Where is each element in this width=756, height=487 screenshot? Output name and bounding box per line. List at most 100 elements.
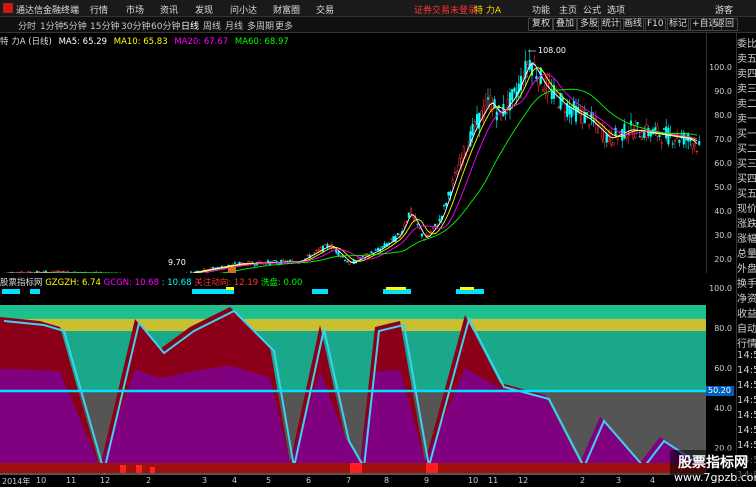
ma5-line [3, 62, 698, 273]
guest-user[interactable]: 游客 [715, 3, 733, 16]
candle-body [658, 135, 661, 138]
period-more[interactable]: 更多 [275, 19, 293, 32]
candle-body [319, 247, 322, 251]
candle-body [588, 124, 591, 127]
candle-body [484, 100, 487, 112]
quote-panel-item: 涨幅 [737, 234, 756, 245]
quote-panel-item: 14:50 [737, 380, 756, 391]
menu-zhuye[interactable]: 主页 [559, 3, 577, 16]
menu-shichang[interactable]: 市场 [126, 3, 144, 16]
quote-panel-item: 买五 [737, 189, 756, 200]
menu-hangqing[interactable]: 行情 [90, 3, 108, 16]
date-tick: 10 [36, 476, 47, 485]
date-tick: 2 [580, 476, 586, 485]
candle-body [361, 256, 364, 258]
candle-body [381, 246, 384, 248]
period-1min[interactable]: 1分钟 [40, 19, 64, 32]
menu-wenxiaoda[interactable]: 问小达 [230, 3, 257, 16]
menu-gongshi[interactable]: 公式 [583, 3, 601, 16]
price-tick: 60.0 [714, 159, 732, 168]
candle-body [504, 111, 507, 114]
menu-zixun[interactable]: 资讯 [160, 3, 178, 16]
period-multi[interactable]: 多周期 [247, 19, 274, 32]
quote-panel: 委比 卖五 卖四 卖三 卖二 卖一 买一 买二 买三 买四 买五 现价 涨跌 涨幅 总量 外盘 换手 净资 收益 自动… [736, 33, 756, 487]
menu-caifuquan[interactable]: 财富圈 [273, 3, 300, 16]
candle-body [660, 142, 663, 144]
kline-candles [2, 49, 701, 273]
candle-body [403, 223, 406, 227]
quote-panel-item: 14:50 [737, 365, 756, 376]
high-annotation: 108.00 [538, 46, 566, 55]
candle-body [625, 136, 628, 140]
candle-body [357, 257, 360, 261]
candle-body [346, 261, 349, 263]
app-logo-icon [3, 3, 13, 13]
candle-body [44, 270, 47, 272]
candle-body [486, 97, 490, 100]
date-tick: 8 [384, 476, 390, 485]
candle-body [563, 111, 567, 114]
candle-body [429, 230, 432, 233]
menu-jiaoyi[interactable]: 交易 [316, 3, 334, 16]
price-tick: 20.0 [714, 255, 732, 264]
overlay-button[interactable]: 叠加 [552, 18, 579, 31]
candle-body [568, 106, 571, 115]
period-60min[interactable]: 60分钟 [151, 19, 180, 32]
candle-body [654, 127, 657, 131]
candle-body [434, 223, 437, 227]
candle-body [407, 212, 410, 218]
back-button[interactable]: 返回 [712, 18, 739, 31]
quote-panel-item: 总量 [737, 249, 756, 260]
candle-body [370, 251, 373, 254]
date-tick: 2 [146, 476, 152, 485]
indicator-chart[interactable] [0, 287, 706, 475]
candle-body [324, 244, 327, 246]
candle-body [427, 234, 430, 237]
candle-body [273, 260, 276, 262]
candle-body [451, 179, 454, 185]
candle-body [698, 141, 701, 145]
quote-panel-item: 14:50 [737, 395, 756, 406]
candle-body [475, 114, 479, 126]
f10-button[interactable]: F10 [643, 18, 668, 31]
candle-body [665, 126, 668, 139]
quote-panel-item: 卖一 [737, 114, 756, 125]
menu-faxian[interactable]: 发现 [195, 3, 213, 16]
zone-upper [0, 331, 706, 391]
candle-body [409, 208, 413, 216]
quote-panel-item: 换手 [737, 279, 756, 290]
period-fenshi[interactable]: 分时 [18, 19, 36, 32]
candle-body [671, 143, 674, 145]
candle-body [313, 252, 316, 254]
period-15min[interactable]: 15分钟 [90, 19, 119, 32]
ind-tick: 60.0 [714, 364, 732, 373]
period-monthly[interactable]: 月线 [225, 19, 243, 32]
date-tick: 11 [66, 476, 77, 485]
date-tick: 10 [468, 476, 479, 485]
period-daily[interactable]: 日线 [181, 19, 199, 32]
candle-body [557, 106, 560, 109]
stock-title: 特 力A [474, 6, 502, 16]
candle-body [544, 78, 547, 94]
watermark-title: 股票指标网 [678, 455, 748, 471]
ma10-value: MA10: 65.83 [113, 37, 168, 47]
quote-panel-item: 买三 [737, 159, 756, 170]
candle-body [211, 266, 215, 269]
ma20-value: MA20: 67.67 [174, 37, 229, 47]
fuquan-button[interactable]: 复权 [528, 18, 555, 31]
menu-xuanxiang[interactable]: 选项 [607, 3, 625, 16]
menu-gongneng[interactable]: 功能 [532, 3, 550, 16]
kline-chart[interactable]: 108.00 9.70 [0, 33, 706, 273]
candle-body [601, 129, 604, 140]
quote-panel-item: 买一 [737, 129, 756, 140]
candle-body [453, 172, 457, 174]
login-notice[interactable]: 证券交易未登录 [414, 3, 477, 16]
date-tick: 4 [232, 476, 238, 485]
candle-body [612, 142, 615, 146]
candle-body [489, 95, 492, 110]
period-5min[interactable]: 5分钟 [63, 19, 87, 32]
quote-panel-item: 卖二 [737, 99, 756, 110]
price-axis: 100.0 90.0 80.0 70.0 60.0 50.0 40.0 30.0… [706, 33, 736, 273]
period-weekly[interactable]: 周线 [203, 19, 221, 32]
period-30min[interactable]: 30分钟 [121, 19, 150, 32]
